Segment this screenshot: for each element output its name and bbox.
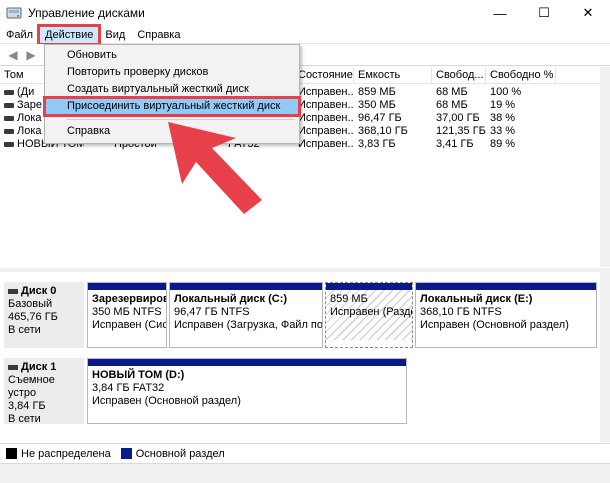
partition-bar — [326, 283, 412, 290]
disk-name: Диск 0 — [21, 285, 57, 297]
partition-name: НОВЫЙ ТОМ (D:) — [92, 369, 185, 381]
partition-status: Исправен (Основной раздел) — [92, 395, 241, 407]
menu-view[interactable]: Вид — [99, 26, 131, 44]
disk-status: В сети — [8, 324, 41, 336]
partition-name: Локальный диск (E:) — [420, 293, 533, 305]
disk-size: 465,76 ГБ — [8, 311, 58, 323]
legend: Не распределена Основной раздел — [0, 443, 610, 463]
percent-free-cell: 89 % — [490, 138, 516, 150]
partition-system-reserved[interactable]: Зарезервиров 350 МБ NTFS Исправен (Сис — [87, 282, 167, 348]
column-header-status[interactable]: Состояние — [294, 67, 354, 84]
title-bar: Управление дисками — ☐ ✕ — [0, 0, 610, 26]
menu-item-attach-vhd[interactable]: Присоединить виртуальный жесткий диск — [43, 96, 301, 117]
partition-size: 3,84 ГБ FAT32 — [92, 382, 165, 394]
volume-name: (Ди — [17, 86, 35, 98]
volume-icon — [4, 89, 14, 95]
minimize-button[interactable]: — — [478, 0, 522, 26]
partition-bar — [88, 283, 166, 290]
partition-recovery[interactable]: 859 МБ Исправен (Раздел — [325, 282, 413, 348]
menu-bar: Файл Действие Вид Справка — [0, 23, 610, 46]
disk-1-header[interactable]: Диск 1 Съемное устро 3,84 ГБ В сети — [4, 358, 84, 425]
legend-swatch-unallocated — [6, 448, 17, 459]
partition-status: Исправен (Загрузка, Файл подкач — [174, 319, 323, 331]
status-bar — [0, 463, 610, 483]
partition-size: 859 МБ — [330, 293, 368, 305]
legend-swatch-primary — [120, 448, 132, 459]
column-header-free-space[interactable]: Свобод... — [432, 67, 486, 84]
close-button[interactable]: ✕ — [566, 0, 610, 26]
partition-bar — [88, 359, 406, 366]
legend-label-unallocated: Не распределена — [21, 447, 111, 460]
menu-item-rescan-disks[interactable]: Повторить проверку дисков — [45, 64, 299, 81]
partition-bar — [170, 283, 322, 290]
partition-c[interactable]: Локальный диск (C:) 96,47 ГБ NTFS Исправ… — [169, 282, 323, 348]
partition-status: Исправен (Основной раздел) — [420, 319, 569, 331]
maximize-button[interactable]: ☐ — [522, 0, 566, 26]
volume-name: Заре — [17, 99, 42, 111]
action-dropdown-menu: Обновить Повторить проверку дисков Созда… — [43, 44, 301, 144]
volume-icon — [4, 102, 14, 108]
partition-d[interactable]: НОВЫЙ ТОМ (D:) 3,84 ГБ FAT32 Исправен (О… — [87, 358, 407, 424]
partition-status: Исправен (Сис — [92, 319, 167, 331]
status-cell: Исправен... — [298, 138, 354, 150]
partition-size: 368,10 ГБ NTFS — [420, 306, 502, 318]
disk-icon — [8, 364, 18, 370]
disk-0-header[interactable]: Диск 0 Базовый 465,76 ГБ В сети — [4, 282, 84, 348]
menu-action[interactable]: Действие — [37, 23, 102, 46]
volume-icon — [4, 115, 14, 121]
menu-item-create-vhd[interactable]: Создать виртуальный жесткий диск — [45, 81, 299, 98]
partition-e[interactable]: Локальный диск (E:) 368,10 ГБ NTFS Испра… — [415, 282, 597, 348]
menu-file[interactable]: Файл — [0, 26, 39, 44]
disk-type: Базовый — [8, 298, 53, 310]
disk-type: Съемное устро — [8, 374, 55, 399]
partition-size: 350 МБ NTFS — [92, 306, 162, 318]
volume-list-scrollbar[interactable] — [600, 67, 610, 267]
volume-name: Лока — [17, 112, 42, 124]
disk-icon — [8, 288, 18, 294]
disk-name: Диск 1 — [21, 361, 57, 373]
partition-name: Зарезервиров — [92, 293, 167, 305]
disk-size: 3,84 ГБ — [8, 400, 46, 412]
disk-graphical-view: Диск 0 Базовый 465,76 ГБ В сети Зарезерв… — [0, 272, 610, 442]
menu-item-refresh[interactable]: Обновить — [45, 47, 299, 64]
volume-icon — [4, 128, 14, 134]
menu-item-help[interactable]: Справка — [45, 123, 299, 140]
column-header-capacity[interactable]: Емкость — [354, 67, 432, 84]
column-header-percent-free[interactable]: Свободно % — [486, 67, 556, 84]
volume-icon — [4, 141, 14, 147]
partition-bar — [416, 283, 596, 290]
disk-management-icon — [6, 7, 22, 19]
partition-status: Исправен (Раздел — [330, 306, 412, 318]
back-arrow-icon[interactable]: ◀ — [4, 46, 22, 64]
partition-name: Локальный диск (C:) — [174, 293, 288, 305]
legend-label-primary: Основной раздел — [135, 447, 225, 460]
partition-size: 96,47 ГБ NTFS — [174, 306, 250, 318]
disk-status: В сети — [8, 413, 41, 425]
menu-help[interactable]: Справка — [131, 26, 186, 44]
forward-arrow-icon[interactable]: ▶ — [22, 46, 40, 64]
disk-view-scrollbar[interactable] — [600, 272, 610, 442]
volume-name: Лока — [17, 125, 42, 137]
free-space-cell: 3,41 ГБ — [436, 138, 474, 150]
menu-separator — [67, 119, 295, 120]
capacity-cell: 3,83 ГБ — [358, 138, 396, 150]
window-title: Управление дисками — [28, 6, 145, 20]
